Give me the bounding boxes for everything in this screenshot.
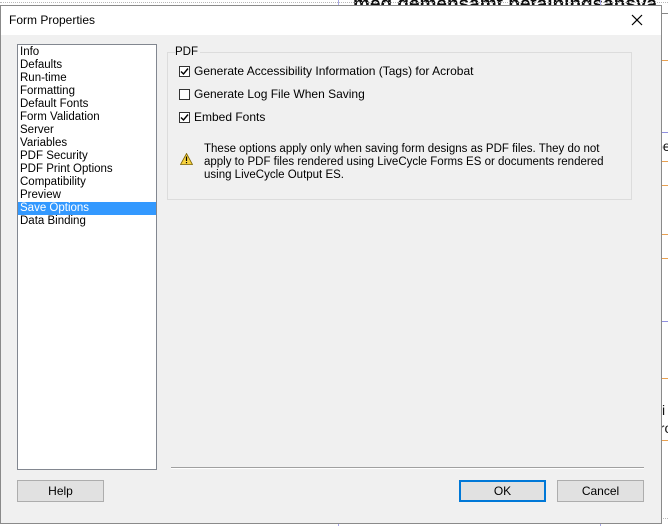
category-item-variables[interactable]: Variables <box>18 137 156 150</box>
category-item-run-time[interactable]: Run-time <box>18 72 156 85</box>
category-item-pdf-security[interactable]: PDF Security <box>18 150 156 163</box>
category-list[interactable]: Info Defaults Run-time Formatting Default Fo… <box>17 44 157 470</box>
category-item-defaults[interactable]: Defaults <box>18 59 156 72</box>
pdf-group-label: PDF <box>175 46 200 58</box>
accessibility-checkbox[interactable] <box>179 65 190 77</box>
help-button[interactable]: Help <box>17 480 104 502</box>
category-item-form-validation[interactable]: Form Validation <box>18 111 156 124</box>
ok-button[interactable]: OK <box>459 480 546 502</box>
category-item-default-fonts[interactable]: Default Fonts <box>18 98 156 111</box>
category-item-preview[interactable]: Preview <box>18 189 156 202</box>
button-separator <box>171 467 644 469</box>
option-generate-accessibility[interactable]: Generate Accessibility Information (Tags… <box>179 64 473 78</box>
close-icon <box>631 14 643 26</box>
log-file-checkbox[interactable] <box>179 88 190 100</box>
category-item-save-options[interactable]: Save Options <box>18 202 156 215</box>
check-icon <box>180 67 189 75</box>
warning-icon <box>180 153 193 165</box>
close-button[interactable] <box>615 6 661 35</box>
category-item-info[interactable]: Info <box>18 46 156 59</box>
embed-fonts-checkbox[interactable] <box>179 111 190 123</box>
form-properties-dialog: Form Properties Info Defaults Run-time Form… <box>0 5 662 524</box>
accessibility-label: Generate Accessibility Information (Tags… <box>194 64 474 78</box>
cancel-button[interactable]: Cancel <box>557 480 644 502</box>
category-item-formatting[interactable]: Formatting <box>18 85 156 98</box>
background-dotted-rule <box>0 2 668 3</box>
category-item-pdf-print-options[interactable]: PDF Print Options <box>18 163 156 176</box>
check-icon <box>180 113 189 121</box>
option-generate-log-file[interactable]: Generate Log File When Saving <box>179 87 365 101</box>
category-item-compatibility[interactable]: Compatibility <box>18 176 156 189</box>
dialog-title: Form Properties <box>9 13 96 27</box>
category-item-data-binding[interactable]: Data Binding <box>18 215 156 228</box>
title-bar[interactable]: Form Properties <box>1 6 661 35</box>
embed-fonts-label: Embed Fonts <box>194 110 266 124</box>
pdf-options-note: These options apply only when saving for… <box>204 143 604 181</box>
category-item-server[interactable]: Server <box>18 124 156 137</box>
log-file-label: Generate Log File When Saving <box>194 87 365 101</box>
option-embed-fonts[interactable]: Embed Fonts <box>179 110 265 124</box>
